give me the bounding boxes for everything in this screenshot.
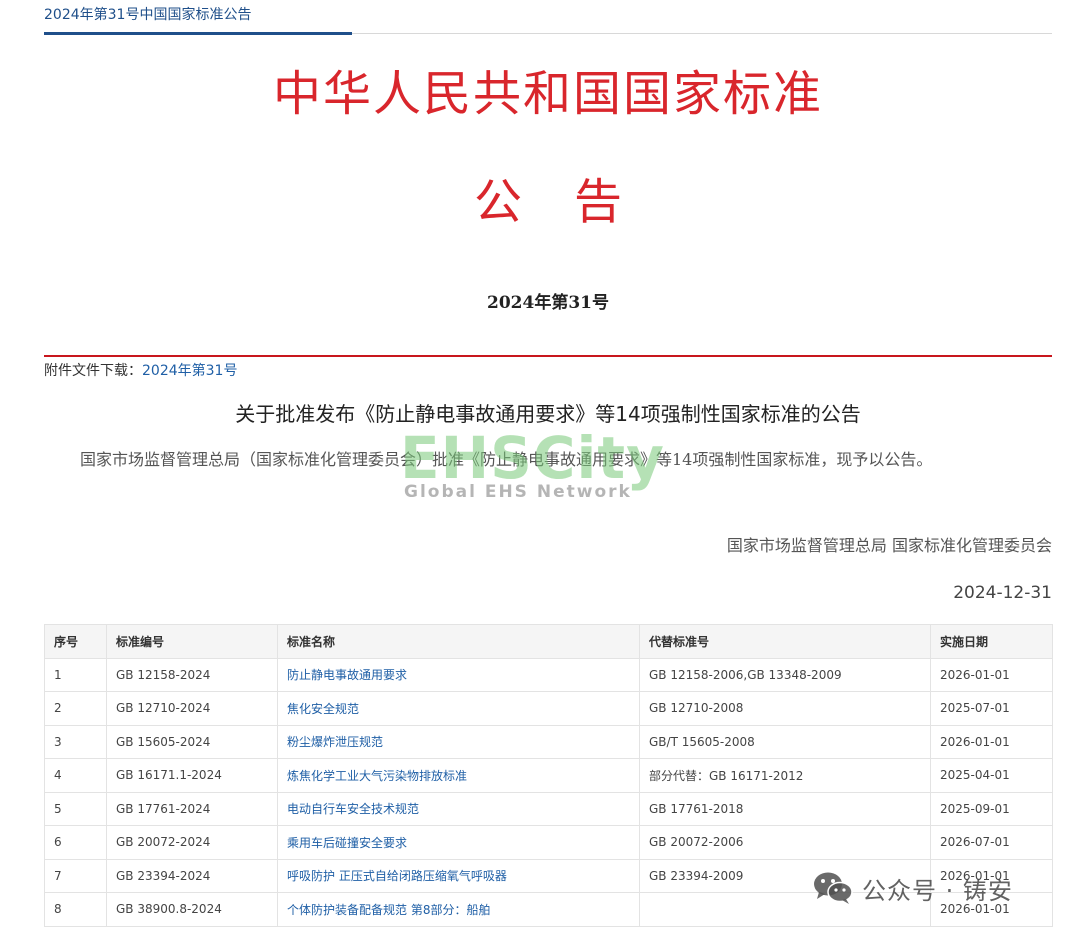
table-row: 5 GB 17761-2024 电动自行车安全技术规范 GB 17761-201… <box>44 791 1053 826</box>
cell-index: 7 <box>44 858 107 893</box>
cell-index: 3 <box>44 724 107 759</box>
cell-effective-date: 2025-04-01 <box>930 758 1053 793</box>
header-effective-date: 实施日期 <box>930 624 1053 659</box>
cell-standard-no: GB 12710-2024 <box>106 691 278 726</box>
cell-effective-date: 2026-01-01 <box>930 892 1053 927</box>
announcement-page: 2024年第31号中国国家标准公告 中华人民共和国国家标准 公告 2024年第3… <box>0 0 1080 932</box>
header-standard-no: 标准编号 <box>106 624 278 659</box>
cell-standard-name-link[interactable]: 个体防护装备配备规范 第8部分：船舶 <box>277 892 640 927</box>
cell-standard-no: GB 38900.8-2024 <box>106 892 278 927</box>
cell-effective-date: 2026-07-01 <box>930 825 1053 860</box>
cell-standard-name-link[interactable]: 炼焦化学工业大气污染物排放标准 <box>277 758 640 793</box>
issuer-signature: 国家市场监督管理总局 国家标准化管理委员会 <box>726 536 1052 555</box>
cell-standard-name-link[interactable]: 电动自行车安全技术规范 <box>277 791 640 826</box>
cell-standard-no: GB 15605-2024 <box>106 724 278 759</box>
attachment-row: 附件文件下载：2024年第31号 <box>44 360 237 380</box>
notice-title: 公告 <box>473 174 674 230</box>
cell-replaced-no: GB 12710-2008 <box>639 691 931 726</box>
cell-replaced-no <box>639 892 931 927</box>
table-header-row: 序号 标准编号 标准名称 代替标准号 实施日期 <box>44 624 1053 659</box>
table-row: 4 GB 16171.1-2024 炼焦化学工业大气污染物排放标准 部分代替：G… <box>44 758 1053 793</box>
cell-standard-no: GB 16171.1-2024 <box>106 758 278 793</box>
cell-replaced-no: GB 12158-2006,GB 13348-2009 <box>639 657 931 692</box>
table-row: 2 GB 12710-2024 焦化安全规范 GB 12710-2008 202… <box>44 691 1053 726</box>
cell-standard-no: GB 17761-2024 <box>106 791 278 826</box>
table-row: 1 GB 12158-2024 防止静电事故通用要求 GB 12158-2006… <box>44 657 1053 692</box>
watermark-subtitle: Global EHS Network <box>404 482 632 502</box>
announcement-body: 国家市场监督管理总局（国家标准化管理委员会）批准《防止静电事故通用要求》等14项… <box>80 450 933 469</box>
cell-replaced-no: 部分代替：GB 16171-2012 <box>639 758 931 793</box>
header-replaced-no: 代替标准号 <box>639 624 931 659</box>
cell-standard-name-link[interactable]: 焦化安全规范 <box>277 691 640 726</box>
cell-index: 2 <box>44 691 107 726</box>
cell-standard-no: GB 23394-2024 <box>106 858 278 893</box>
cell-index: 5 <box>44 791 107 826</box>
issue-number: 2024年第31号 <box>487 293 609 313</box>
cell-replaced-no: GB/T 15605-2008 <box>639 724 931 759</box>
standards-table: 序号 标准编号 标准名称 代替标准号 实施日期 1 GB 12158-2024 … <box>44 624 1053 927</box>
attachment-label: 附件文件下载： <box>44 363 142 379</box>
breadcrumb-bar: 2024年第31号中国国家标准公告 <box>44 0 1052 35</box>
red-divider <box>44 355 1052 357</box>
table-row: 3 GB 15605-2024 粉尘爆炸泄压规范 GB/T 15605-2008… <box>44 724 1053 759</box>
cell-standard-name-link[interactable]: 防止静电事故通用要求 <box>277 657 640 692</box>
page-title: 中华人民共和国国家标准 <box>272 66 823 122</box>
cell-index: 4 <box>44 758 107 793</box>
cell-index: 6 <box>44 825 107 860</box>
cell-standard-no: GB 20072-2024 <box>106 825 278 860</box>
cell-standard-name-link[interactable]: 乘用车后碰撞安全要求 <box>277 825 640 860</box>
header-standard-name: 标准名称 <box>277 624 640 659</box>
cell-index: 1 <box>44 657 107 692</box>
table-row: 7 GB 23394-2024 呼吸防护 正压式自给闭路压缩氧气呼吸器 GB 2… <box>44 858 1053 893</box>
breadcrumb-underline <box>44 32 352 35</box>
table-row: 8 GB 38900.8-2024 个体防护装备配备规范 第8部分：船舶 202… <box>44 892 1053 927</box>
table-row: 6 GB 20072-2024 乘用车后碰撞安全要求 GB 20072-2006… <box>44 825 1053 860</box>
cell-effective-date: 2025-07-01 <box>930 691 1053 726</box>
issue-date: 2024-12-31 <box>953 583 1052 603</box>
announcement-title: 关于批准发布《防止静电事故通用要求》等14项强制性国家标准的公告 <box>235 402 861 426</box>
cell-effective-date: 2026-01-01 <box>930 657 1053 692</box>
cell-replaced-no: GB 17761-2018 <box>639 791 931 826</box>
cell-effective-date: 2026-01-01 <box>930 724 1053 759</box>
cell-standard-name-link[interactable]: 呼吸防护 正压式自给闭路压缩氧气呼吸器 <box>277 858 640 893</box>
breadcrumb[interactable]: 2024年第31号中国国家标准公告 <box>44 4 251 24</box>
attachment-download-link[interactable]: 2024年第31号 <box>142 363 237 379</box>
cell-replaced-no: GB 20072-2006 <box>639 825 931 860</box>
cell-standard-name-link[interactable]: 粉尘爆炸泄压规范 <box>277 724 640 759</box>
header-index: 序号 <box>44 624 107 659</box>
cell-effective-date: 2025-09-01 <box>930 791 1053 826</box>
cell-effective-date: 2026-01-01 <box>930 858 1053 893</box>
cell-standard-no: GB 12158-2024 <box>106 657 278 692</box>
cell-replaced-no: GB 23394-2009 <box>639 858 931 893</box>
cell-index: 8 <box>44 892 107 927</box>
